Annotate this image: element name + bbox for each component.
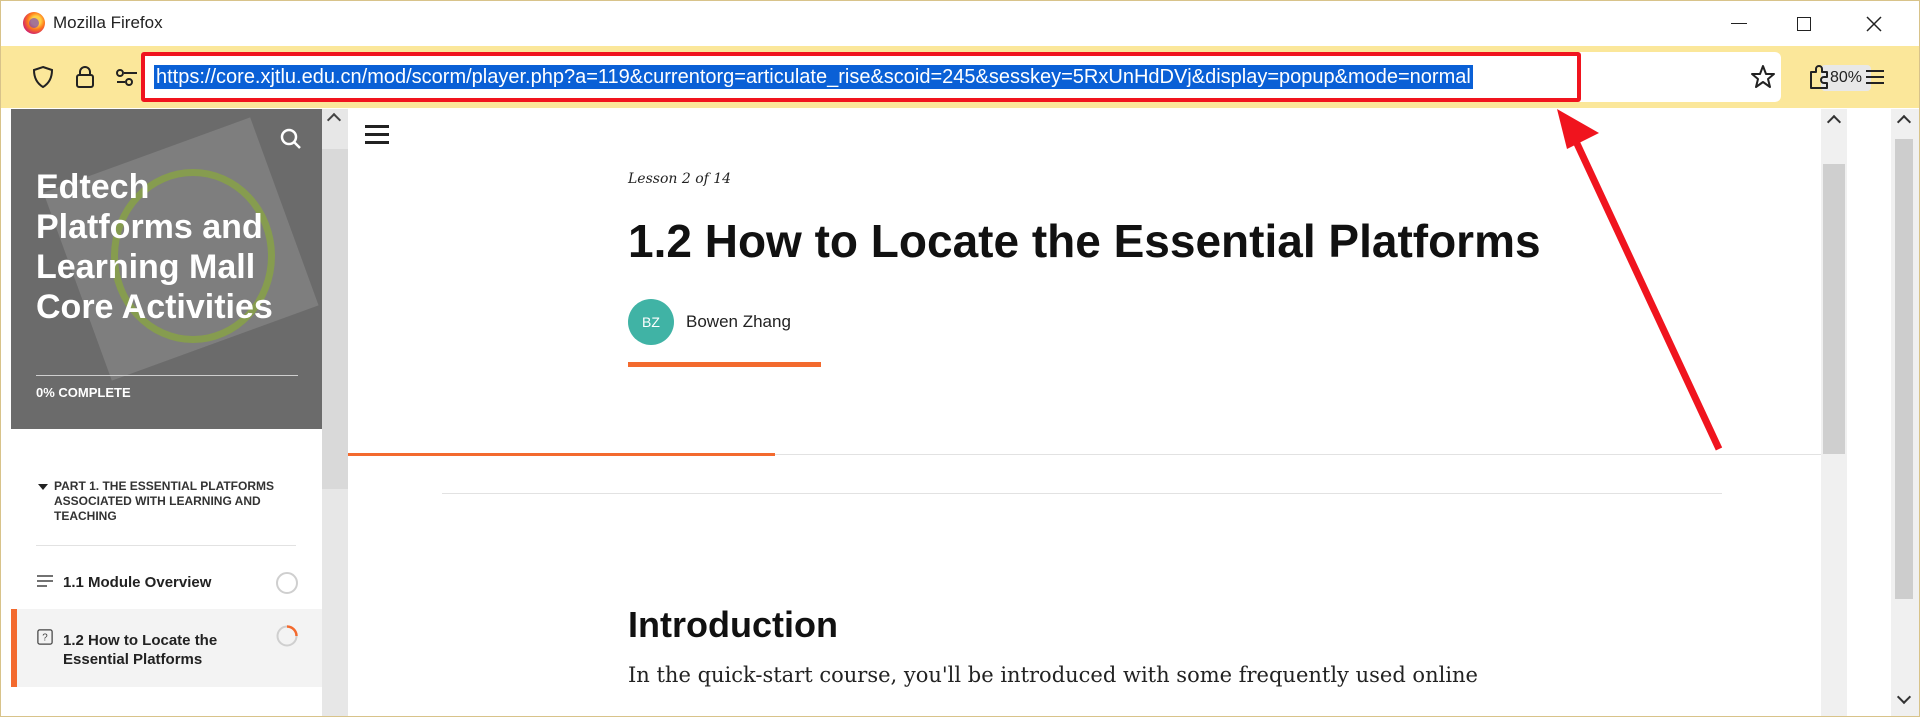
url-bar[interactable]: https://core.xjtlu.edu.cn/mod/scorm/play… [141,52,1871,102]
url-text[interactable]: https://core.xjtlu.edu.cn/mod/scorm/play… [154,65,1473,89]
menu-icon[interactable] [1861,63,1889,91]
lesson-item-1-2[interactable]: ? 1.2 How to Locate the Essential Platfo… [11,609,322,687]
window-title: Mozilla Firefox [53,13,163,32]
avatar: BZ [628,299,674,345]
browser-window: Mozilla Firefox https://core.xjtlu.edu.c… [0,0,1920,717]
part-heading-text: PART 1. THE ESSENTIAL PLATFORMS ASSOCIAT… [54,479,275,523]
svg-text:?: ? [42,633,48,644]
scroll-up-icon[interactable] [326,112,342,128]
page-scrollbar[interactable] [1891,109,1919,716]
course-title: Edtech Platforms and Learning Mall Core … [36,168,273,326]
lesson-status-icon [276,572,298,594]
scroll-up-icon[interactable] [1826,114,1842,130]
part-heading[interactable]: PART 1. THE ESSENTIAL PLATFORMS ASSOCIAT… [36,479,296,546]
bookmark-star-icon[interactable] [1749,63,1777,91]
lesson-item-1-1[interactable]: 1.1 Module Overview [11,549,322,615]
section-body: In the quick-start course, you'll be int… [628,663,1478,687]
shield-icon[interactable] [29,63,57,91]
page-scroll-thumb[interactable] [1895,139,1913,599]
sidebar-scrollbar[interactable] [322,109,348,716]
course-progress-text: 0% COMPLETE [36,385,131,400]
sidebar-scroll-thumb[interactable] [322,149,348,489]
lesson-count: Lesson 2 of 14 [628,171,732,187]
scroll-up-icon[interactable] [1896,114,1912,130]
close-button[interactable] [1846,1,1902,46]
search-icon[interactable] [279,127,303,151]
lesson-label: 1.1 Module Overview [63,574,212,591]
hamburger-icon[interactable] [365,125,389,145]
question-icon: ? [37,629,53,645]
lock-icon[interactable] [71,63,99,91]
nav-bar: https://core.xjtlu.edu.cn/mod/scorm/play… [1,46,1919,108]
author-name: Bowen Zhang [686,312,791,331]
lesson-status-icon [276,625,298,647]
firefox-logo-icon [23,12,45,34]
extensions-icon[interactable] [1806,63,1834,91]
title-underline [628,362,821,367]
caret-down-icon [38,484,48,490]
lesson-progress-fill [348,453,775,456]
content-scroll-thumb[interactable] [1823,164,1845,454]
maximize-button[interactable] [1776,1,1832,46]
permissions-icon[interactable] [113,63,141,91]
title-bar: Mozilla Firefox [1,1,1919,46]
lesson-content: Lesson 2 of 14 1.2 How to Locate the Ess… [348,109,1821,716]
minimize-button[interactable] [1711,1,1767,46]
lines-icon [37,575,53,587]
progress-divider [36,375,298,376]
course-hero: Edtech Platforms and Learning Mall Core … [11,109,322,429]
course-sidebar: Edtech Platforms and Learning Mall Core … [11,109,322,716]
section-title: Introduction [628,604,838,645]
lesson-label: 1.2 How to Locate the Essential Platform… [63,632,218,668]
content-scrollbar[interactable] [1821,109,1847,716]
content-divider [442,493,1722,494]
lesson-title: 1.2 How to Locate the Essential Platform… [628,215,1541,267]
scroll-down-icon[interactable] [1896,689,1912,705]
close-icon [1866,15,1882,32]
